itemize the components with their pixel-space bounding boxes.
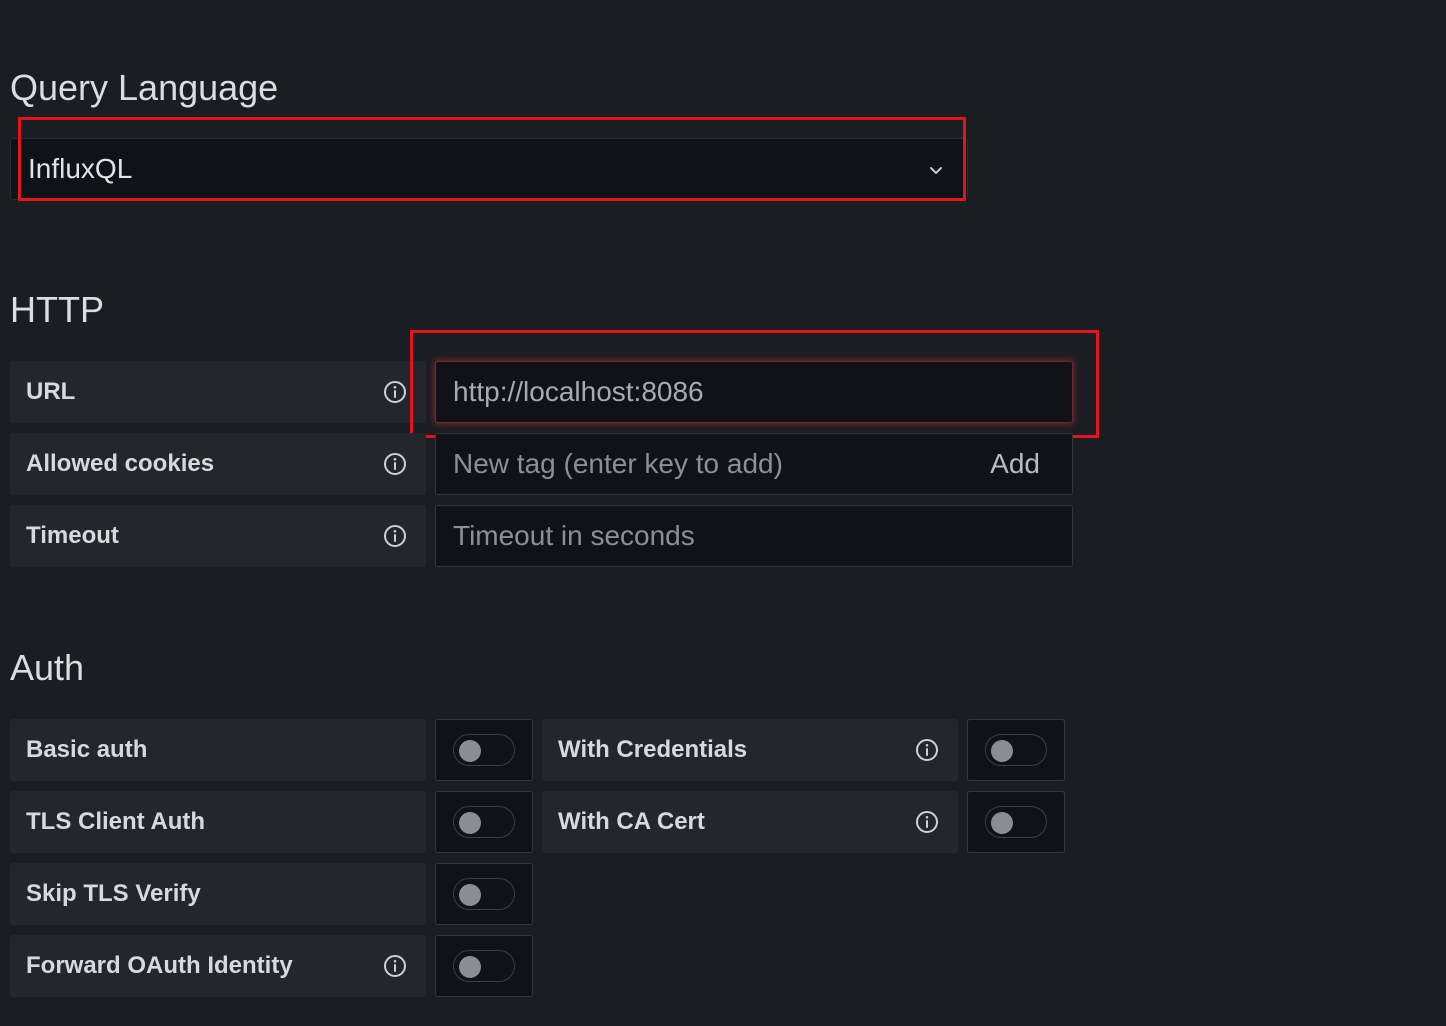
skip-tls-verify-toggle-cell xyxy=(435,863,533,925)
basic-auth-label-box: Basic auth xyxy=(10,719,426,781)
with-ca-cert-toggle[interactable] xyxy=(985,806,1047,838)
skip-tls-verify-label: Skip TLS Verify xyxy=(26,880,201,907)
allowed-cookies-label: Allowed cookies xyxy=(26,450,215,477)
url-label: URL xyxy=(26,378,76,405)
basic-auth-toggle[interactable] xyxy=(453,734,515,766)
allowed-cookies-input[interactable]: New tag (enter key to add) Add xyxy=(435,433,1073,495)
info-icon[interactable] xyxy=(915,810,939,834)
with-credentials-label: With Credentials xyxy=(558,736,748,763)
info-icon[interactable] xyxy=(915,738,939,762)
with-ca-cert-label-box: With CA Cert xyxy=(542,791,958,853)
query-language-value: InfluxQL xyxy=(28,153,133,184)
timeout-label-box: Timeout xyxy=(10,505,426,567)
forward-oauth-label-box: Forward OAuth Identity xyxy=(10,935,426,997)
url-label-box: URL xyxy=(10,361,426,423)
tls-client-auth-toggle[interactable] xyxy=(453,806,515,838)
tls-client-auth-toggle-cell xyxy=(435,791,533,853)
tls-client-auth-label-box: TLS Client Auth xyxy=(10,791,426,853)
info-icon[interactable] xyxy=(383,524,407,548)
info-icon[interactable] xyxy=(383,380,407,404)
query-language-title: Query Language xyxy=(10,67,279,108)
chevron-down-icon xyxy=(930,167,942,174)
skip-tls-verify-toggle[interactable] xyxy=(453,878,515,910)
basic-auth-toggle-cell xyxy=(435,719,533,781)
url-value: http://localhost:8086 xyxy=(453,376,704,407)
toggle-knob xyxy=(991,812,1013,834)
timeout-placeholder: Timeout in seconds xyxy=(453,520,695,551)
timeout-input[interactable]: Timeout in seconds xyxy=(435,505,1073,567)
toggle-knob xyxy=(459,956,481,978)
with-credentials-label-box: With Credentials xyxy=(542,719,958,781)
timeout-label: Timeout xyxy=(26,522,119,549)
query-language-select[interactable]: InfluxQL xyxy=(10,138,968,200)
toggle-knob xyxy=(459,884,481,906)
auth-title: Auth xyxy=(10,647,85,688)
with-ca-cert-toggle-cell xyxy=(967,791,1065,853)
info-icon[interactable] xyxy=(383,452,407,476)
add-cookie-button[interactable]: Add xyxy=(990,448,1040,480)
toggle-knob xyxy=(459,812,481,834)
forward-oauth-toggle-cell xyxy=(435,935,533,997)
allowed-cookies-label-box: Allowed cookies xyxy=(10,433,426,495)
allowed-cookies-placeholder: New tag (enter key to add) xyxy=(453,448,783,479)
forward-oauth-toggle[interactable] xyxy=(453,950,515,982)
url-input[interactable]: http://localhost:8086 xyxy=(435,361,1073,423)
with-credentials-toggle-cell xyxy=(967,719,1065,781)
skip-tls-verify-label-box: Skip TLS Verify xyxy=(10,863,426,925)
basic-auth-label: Basic auth xyxy=(26,736,148,763)
with-ca-cert-label: With CA Cert xyxy=(558,808,705,835)
toggle-knob xyxy=(991,740,1013,762)
with-credentials-toggle[interactable] xyxy=(985,734,1047,766)
info-icon[interactable] xyxy=(383,954,407,978)
http-title: HTTP xyxy=(10,289,104,330)
tls-client-auth-label: TLS Client Auth xyxy=(26,808,206,835)
forward-oauth-label: Forward OAuth Identity xyxy=(26,952,293,979)
toggle-knob xyxy=(459,740,481,762)
